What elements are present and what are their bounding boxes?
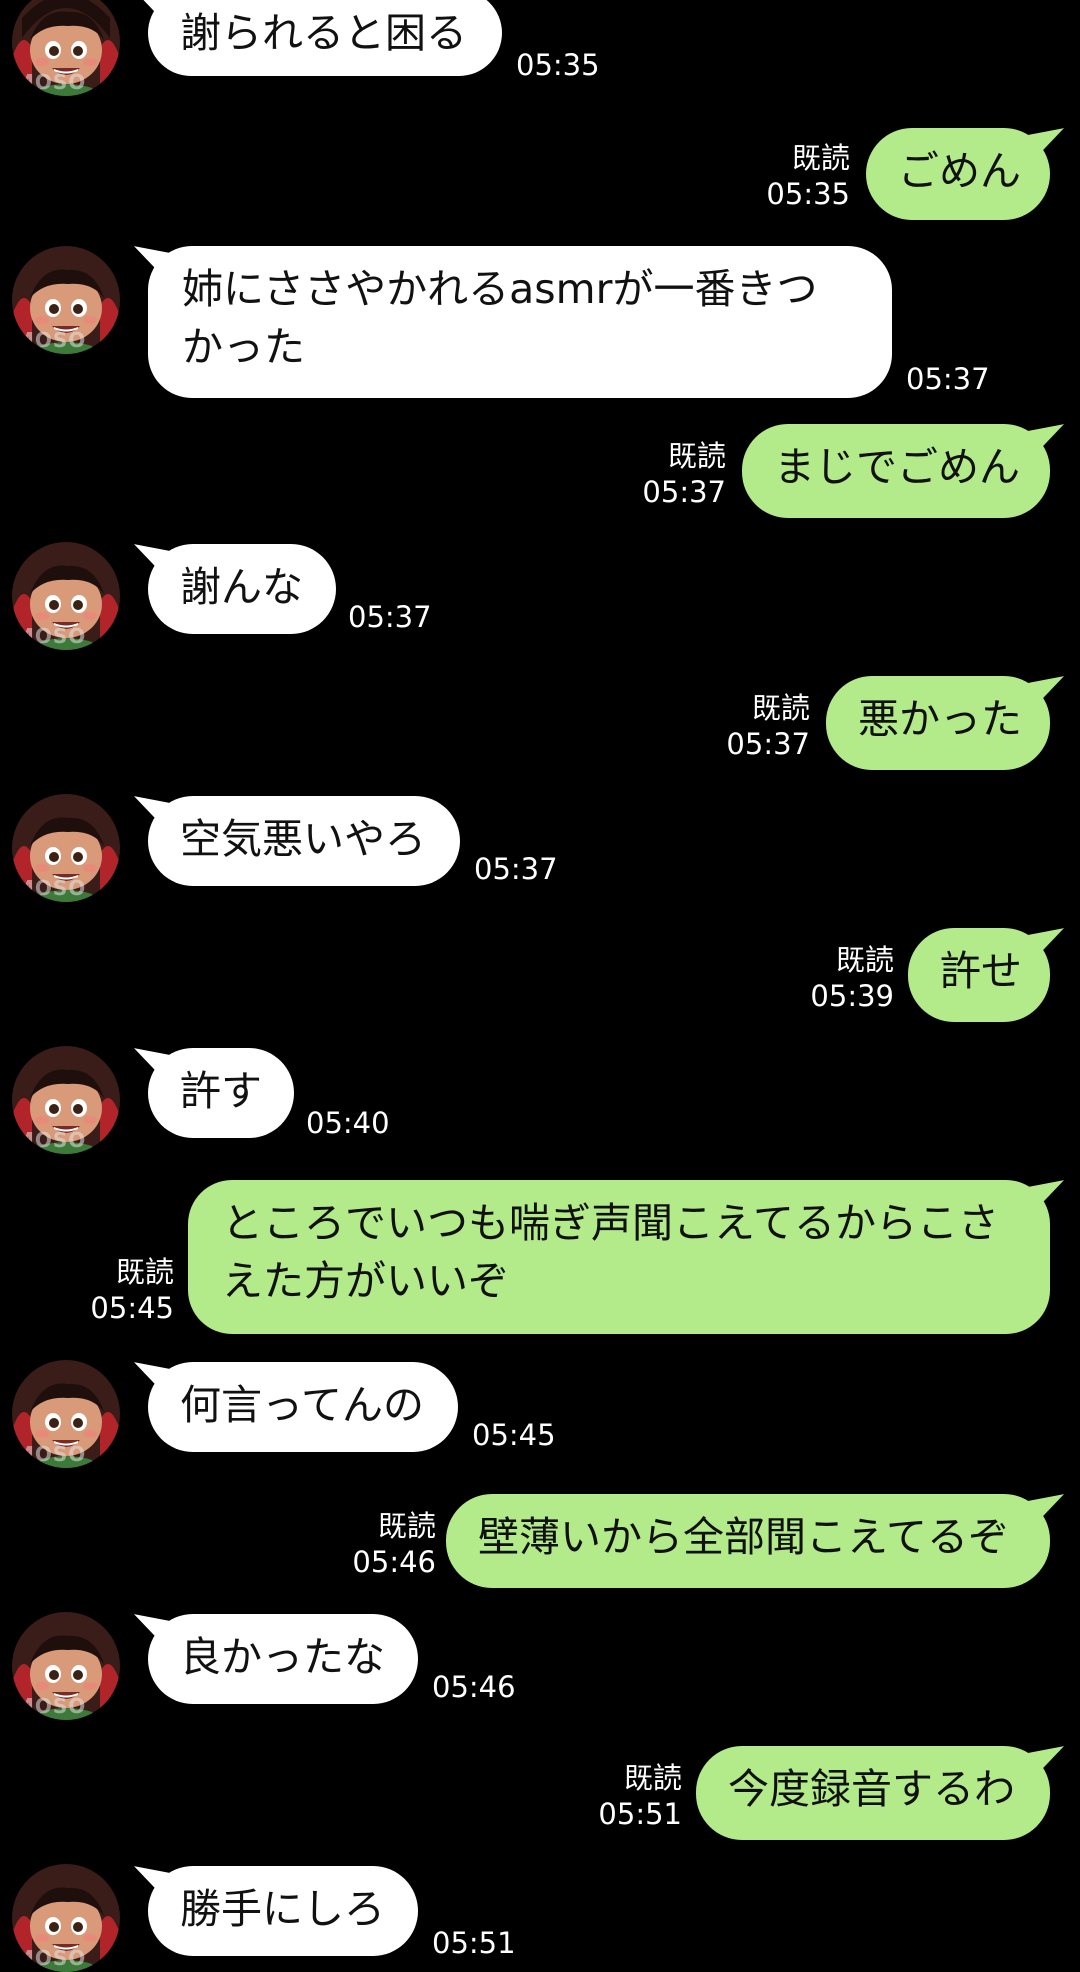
chat-area[interactable]: MOSO 謝られると困る 05:35 既読 05:35 ごめん MOSO 姉にさ…	[0, 0, 1080, 1972]
message-text: 何言ってんの	[180, 1381, 424, 1429]
incoming-message: MOSO 勝手にしろ 05:51	[0, 1864, 1080, 1972]
avatar-watermark: MOSO	[14, 70, 87, 94]
message-time: 05:37	[348, 600, 432, 634]
message-bubble[interactable]: 空気悪いやろ	[148, 796, 460, 886]
avatar-watermark: MOSO	[14, 1694, 87, 1718]
message-time: 05:51	[432, 1926, 516, 1960]
message-time: 05:35	[766, 177, 850, 211]
message-time: 05:37	[642, 475, 726, 509]
read-label: 既読	[751, 691, 810, 725]
incoming-message: MOSO 何言ってんの 05:45	[0, 1360, 1080, 1470]
message-text: 悪かった	[858, 695, 1022, 743]
outgoing-message: 既読 05:39 許せ	[0, 928, 1080, 1028]
message-text: 壁薄いから全部聞こえてるぞ	[478, 1513, 1009, 1561]
read-label: 既読	[377, 1509, 436, 1543]
sender-avatar[interactable]: MOSO	[12, 794, 120, 902]
message-time: 05:37	[726, 727, 810, 761]
read-receipt: 既読 05:45	[90, 1254, 174, 1326]
read-receipt: 既読 05:39	[810, 942, 894, 1014]
message-bubble[interactable]: ごめん	[866, 128, 1050, 220]
message-text: 許せ	[940, 947, 1022, 995]
message-time: 05:45	[472, 1418, 556, 1452]
outgoing-message: 既読 05:45 ところでいつも喘ぎ声聞こえてるからこさえた方がいいぞ	[0, 1180, 1080, 1340]
message-bubble[interactable]: まじでごめん	[742, 424, 1050, 518]
message-bubble[interactable]: 壁薄いから全部聞こえてるぞ	[446, 1494, 1050, 1588]
message-text: 勝手にしろ	[180, 1885, 385, 1933]
read-receipt: 既読 05:37	[726, 690, 810, 762]
outgoing-message: 既読 05:37 まじでごめん	[0, 424, 1080, 524]
message-time: 05:51	[598, 1797, 682, 1831]
message-text: 今度録音するわ	[728, 1765, 1015, 1813]
message-time: 05:46	[352, 1545, 436, 1579]
sender-avatar[interactable]: MOSO	[12, 1360, 120, 1468]
read-label: 既読	[835, 943, 894, 977]
avatar-watermark: MOSO	[14, 1442, 87, 1466]
avatar-watermark: MOSO	[14, 328, 87, 352]
message-text: 許す	[180, 1067, 262, 1115]
message-bubble[interactable]: 何言ってんの	[148, 1362, 458, 1452]
outgoing-message: 既読 05:51 今度録音するわ	[0, 1746, 1080, 1846]
sender-avatar[interactable]: MOSO	[12, 246, 120, 354]
incoming-message: MOSO 謝んな 05:37	[0, 542, 1080, 652]
message-bubble[interactable]: 許す	[148, 1048, 294, 1138]
message-text: ところでいつも喘ぎ声聞こえてるからこさえた方がいいぞ	[222, 1199, 999, 1305]
message-bubble[interactable]: 謝んな	[148, 544, 336, 634]
message-text: 謝られると困る	[180, 9, 467, 57]
message-bubble[interactable]: 姉にささやかれるasmrが一番きつかった	[148, 246, 892, 398]
incoming-message: MOSO 許す 05:40	[0, 1046, 1080, 1156]
read-label: 既読	[667, 439, 726, 473]
avatar-watermark: MOSO	[14, 1946, 87, 1970]
read-receipt: 既読 05:35	[766, 140, 850, 212]
message-text: 空気悪いやろ	[180, 815, 426, 863]
incoming-message: MOSO 謝られると困る 05:35	[0, 0, 1080, 98]
message-text: まじでごめん	[774, 443, 1020, 491]
message-bubble[interactable]: 謝られると困る	[148, 0, 502, 76]
message-text: 姉にささやかれるasmrが一番きつかった	[182, 265, 818, 371]
message-text: 良かったな	[180, 1633, 385, 1681]
read-label: 既読	[791, 141, 850, 175]
message-time: 05:39	[810, 979, 894, 1013]
message-time: 05:40	[306, 1106, 390, 1140]
message-time: 05:35	[516, 48, 600, 82]
incoming-message: MOSO 良かったな 05:46	[0, 1612, 1080, 1722]
message-time: 05:37	[906, 362, 990, 396]
outgoing-message: 既読 05:46 壁薄いから全部聞こえてるぞ	[0, 1494, 1080, 1594]
read-label: 既読	[115, 1255, 174, 1289]
message-bubble[interactable]: ところでいつも喘ぎ声聞こえてるからこさえた方がいいぞ	[188, 1180, 1050, 1334]
message-bubble[interactable]: 許せ	[908, 928, 1050, 1022]
message-bubble[interactable]: 悪かった	[826, 676, 1050, 770]
read-receipt: 既読 05:46	[352, 1508, 436, 1580]
sender-avatar[interactable]: MOSO	[12, 542, 120, 650]
avatar-watermark: MOSO	[14, 624, 87, 648]
sender-avatar[interactable]: MOSO	[12, 1612, 120, 1720]
outgoing-message: 既読 05:35 ごめん	[0, 128, 1080, 228]
message-bubble[interactable]: 勝手にしろ	[148, 1866, 418, 1956]
read-label: 既読	[623, 1761, 682, 1795]
read-receipt: 既読 05:37	[642, 438, 726, 510]
message-text: ごめん	[898, 147, 1021, 195]
message-text: 謝んな	[180, 563, 303, 611]
incoming-message: MOSO 空気悪いやろ 05:37	[0, 794, 1080, 904]
incoming-message: MOSO 姉にささやかれるasmrが一番きつかった 05:37	[0, 246, 1080, 406]
avatar-watermark: MOSO	[14, 876, 87, 900]
sender-avatar[interactable]: MOSO	[12, 1864, 120, 1972]
avatar-watermark: MOSO	[14, 1128, 87, 1152]
outgoing-message: 既読 05:37 悪かった	[0, 676, 1080, 776]
message-time: 05:45	[90, 1291, 174, 1325]
message-time: 05:46	[432, 1670, 516, 1704]
sender-avatar[interactable]: MOSO	[12, 1046, 120, 1154]
sender-avatar[interactable]: MOSO	[12, 0, 120, 96]
message-bubble[interactable]: 良かったな	[148, 1614, 418, 1704]
message-bubble[interactable]: 今度録音するわ	[696, 1746, 1050, 1840]
read-receipt: 既読 05:51	[598, 1760, 682, 1832]
message-time: 05:37	[474, 852, 558, 886]
